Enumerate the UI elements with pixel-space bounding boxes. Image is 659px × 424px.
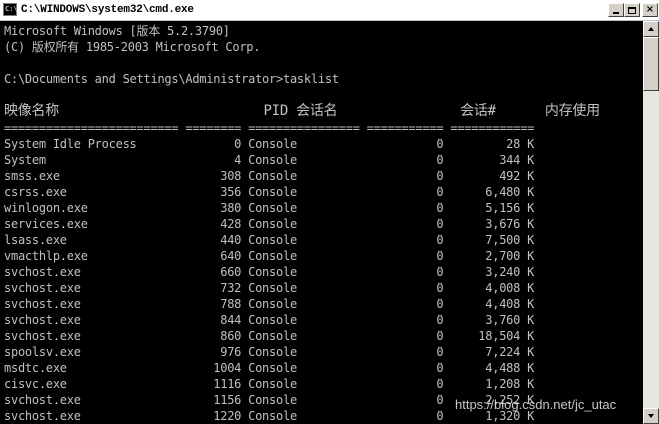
window-title: C:\WINDOWS\system32\cmd.exe	[21, 4, 194, 16]
process-row: svchost.exe 860 Console 0 18,504 K	[4, 329, 535, 343]
process-row: spoolsv.exe 976 Console 0 7,224 K	[4, 345, 535, 359]
maximize-icon	[628, 6, 636, 14]
process-row: lsass.exe 440 Console 0 7,500 K	[4, 233, 535, 247]
minimize-icon	[613, 12, 619, 14]
close-button[interactable]: ×	[642, 3, 658, 17]
tasklist-separator: ========================= ======== =====…	[4, 121, 535, 135]
maximize-button[interactable]	[624, 3, 640, 17]
process-row: System Idle Process 0 Console 0 28 K	[4, 137, 535, 151]
process-row: winlogon.exe 380 Console 0 5,156 K	[4, 201, 535, 215]
cmd-window: C:\WINDOWS\system32\cmd.exe × Microsoft …	[0, 0, 659, 424]
process-row: services.exe 428 Console 0 3,676 K	[4, 217, 535, 231]
process-row: smss.exe 308 Console 0 492 K	[4, 169, 535, 183]
watermark: https://blog.csdn.net/jc_utac	[455, 397, 617, 412]
process-row: svchost.exe 660 Console 0 3,240 K	[4, 265, 535, 279]
vertical-scrollbar[interactable]	[643, 21, 659, 424]
process-row: vmacthlp.exe 640 Console 0 2,700 K	[4, 249, 535, 263]
process-row: csrss.exe 356 Console 0 6,480 K	[4, 185, 535, 199]
process-row: msdtc.exe 1004 Console 0 4,488 K	[4, 361, 535, 375]
arrow-up-icon	[648, 27, 654, 31]
scroll-down-button[interactable]	[643, 408, 659, 424]
minimize-button[interactable]	[608, 3, 624, 17]
console-line: (C) 版权所有 1985-2003 Microsoft Corp.	[4, 40, 261, 54]
close-icon: ×	[645, 4, 655, 15]
scrollbar-thumb[interactable]	[643, 37, 659, 91]
console-line: Microsoft Windows [版本 5.2.3790]	[4, 24, 230, 38]
console-lines: Microsoft Windows [版本 5.2.3790] (C) 版权所有…	[4, 23, 600, 424]
cmd-app-icon[interactable]	[3, 3, 18, 16]
process-row: svchost.exe 732 Console 0 4,008 K	[4, 281, 535, 295]
process-row: svchost.exe 844 Console 0 3,760 K	[4, 313, 535, 327]
process-row: svchost.exe 788 Console 0 4,408 K	[4, 297, 535, 311]
console-output[interactable]: Microsoft Windows [版本 5.2.3790] (C) 版权所有…	[0, 21, 643, 424]
title-bar[interactable]: C:\WINDOWS\system32\cmd.exe ×	[0, 0, 659, 21]
scroll-up-button[interactable]	[643, 21, 659, 37]
tasklist-header: 映像名称 PID 会话名 会话# 内存使用	[4, 103, 600, 119]
console-line: C:\Documents and Settings\Administrator>…	[4, 72, 339, 86]
arrow-down-icon	[648, 414, 654, 418]
process-row: cisvc.exe 1116 Console 0 1,208 K	[4, 377, 535, 391]
process-row: System 4 Console 0 344 K	[4, 153, 535, 167]
